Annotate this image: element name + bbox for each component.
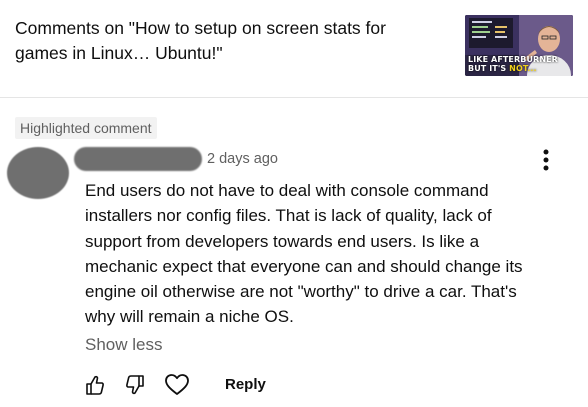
highlighted-comment-badge: Highlighted comment (15, 117, 157, 139)
like-button[interactable] (85, 373, 105, 397)
reply-button[interactable]: Reply (225, 376, 266, 393)
thumbnail-caption: LIKE AFTERBURNER BUT IT'S NOT... (468, 55, 558, 74)
more-vert-icon (543, 149, 549, 171)
thumbnail-caption-highlight: NOT... (509, 63, 537, 73)
comments-header: Comments on "How to setup on screen stat… (0, 0, 588, 98)
comment-text: End users do not have to deal with conso… (85, 181, 523, 327)
heart-button[interactable] (164, 373, 190, 397)
avatar[interactable] (7, 147, 69, 199)
dislike-button[interactable] (125, 373, 145, 397)
thumbnail-caption-prefix: BUT IT'S (468, 63, 510, 73)
thumbs-down-icon (126, 375, 144, 395)
thumbnail-caption-line2: BUT IT'S NOT... (468, 63, 558, 74)
author-name-redacted[interactable] (74, 147, 202, 171)
more-options-button[interactable] (537, 147, 555, 175)
thumbs-up-icon (86, 375, 104, 395)
show-less-button[interactable]: Show less (85, 335, 162, 355)
video-thumbnail[interactable]: LIKE AFTERBURNER BUT IT'S NOT... (465, 15, 573, 76)
heart-icon (165, 374, 189, 395)
header-title: Comments on "How to setup on screen stat… (15, 18, 386, 63)
comment-timestamp[interactable]: 2 days ago (207, 151, 278, 167)
